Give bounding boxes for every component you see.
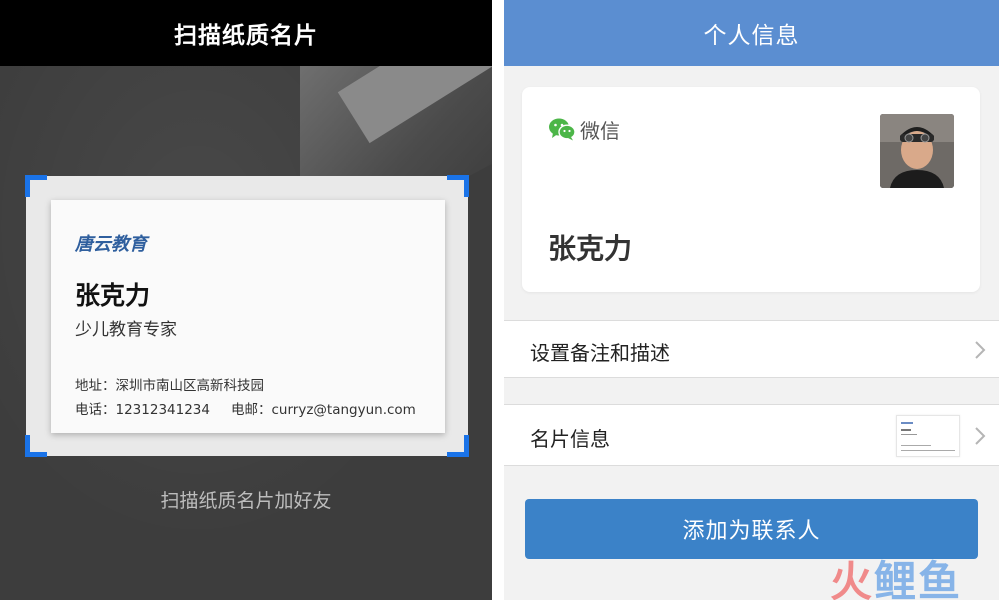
scanner-title: 扫描纸质名片 [0, 0, 492, 66]
set-remark-row[interactable]: 设置备注和描述 [504, 320, 999, 378]
profile-panel: 个人信息 微信 张克力 设置备注和描述 名片信息 添加为联系人 火鲤鱼 [504, 0, 999, 600]
chevron-right-icon [975, 341, 986, 359]
scanner-panel: 扫描纸质名片 唐云教育 张克力 少儿教育专家 地址：深圳市南山区高新科技园 电话… [0, 0, 492, 600]
paper-business-card: 唐云教育 张克力 少儿教育专家 地址：深圳市南山区高新科技园 电话：123123… [51, 200, 445, 433]
scan-hint: 扫描纸质名片加好友 [160, 490, 332, 512]
profile-card: 微信 张克力 [522, 87, 980, 292]
card-info-label: 名片信息 [530, 427, 610, 451]
business-card-thumbnail [896, 415, 960, 457]
scan-corner-top-left [25, 175, 47, 197]
card-position: 少儿教育专家 [75, 320, 177, 340]
source-label: 微信 [580, 119, 620, 143]
watermark-char: 鱼 [918, 557, 963, 600]
profile-title: 个人信息 [504, 0, 999, 66]
watermark-char: 鲤 [874, 557, 919, 600]
scan-frame[interactable]: 唐云教育 张克力 少儿教育专家 地址：深圳市南山区高新科技园 电话：123123… [25, 175, 469, 457]
avatar-photo [880, 114, 954, 188]
card-phone: 电话：12312341234 [75, 402, 210, 418]
avatar[interactable] [880, 114, 954, 188]
wechat-icon [549, 118, 576, 141]
card-address: 地址：深圳市南山区高新科技园 [75, 378, 264, 394]
card-name: 张克力 [75, 281, 151, 310]
contact-name: 张克力 [548, 232, 633, 265]
watermark-logo: 火鲤鱼 [830, 548, 962, 600]
card-email: 电邮：curryz@tangyun.com [231, 402, 416, 418]
set-remark-label: 设置备注和描述 [530, 341, 670, 365]
scan-corner-bottom-right [447, 435, 469, 457]
scan-corner-top-right [447, 175, 469, 197]
card-company: 唐云教育 [75, 234, 147, 255]
card-info-row[interactable]: 名片信息 [504, 404, 999, 466]
panel-divider [492, 0, 504, 600]
chevron-right-icon [975, 427, 986, 445]
watermark-char: 火 [830, 557, 875, 600]
scan-corner-bottom-left [25, 435, 47, 457]
